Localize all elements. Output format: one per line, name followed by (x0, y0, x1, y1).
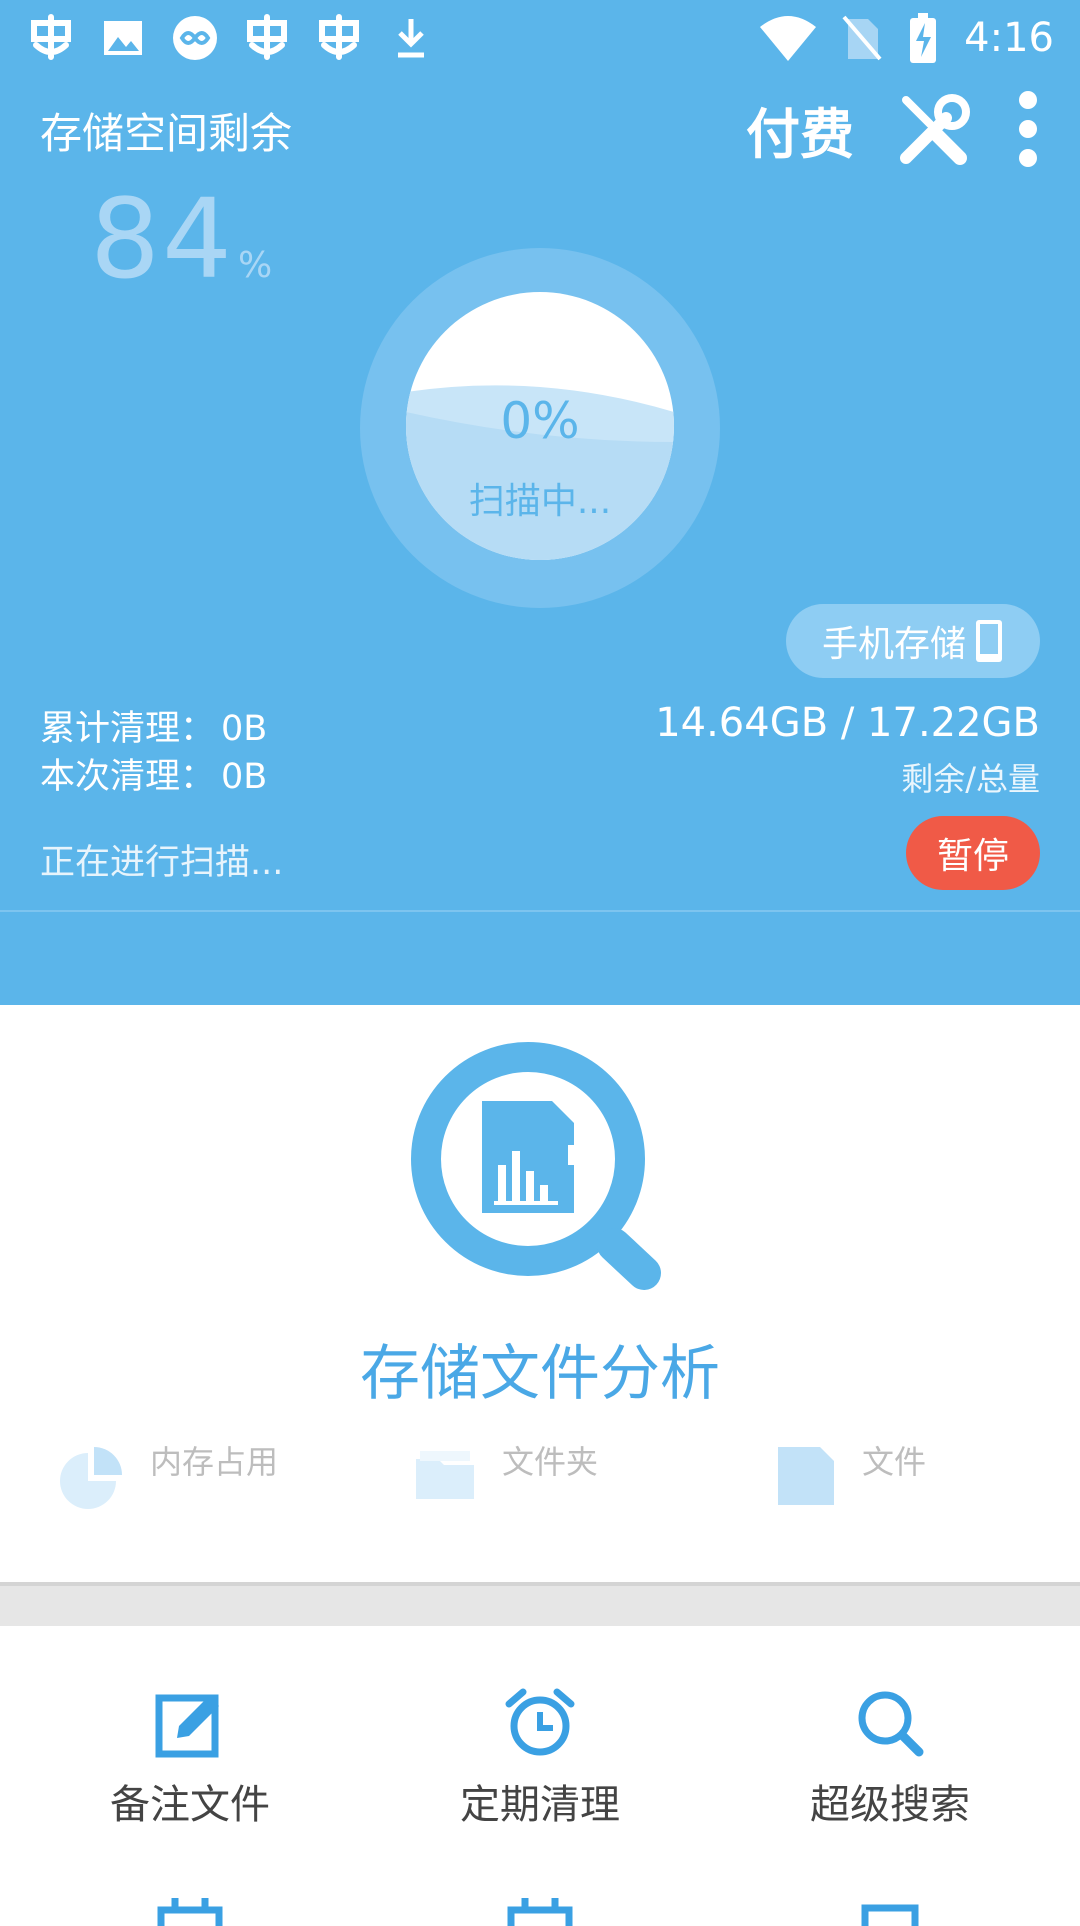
clock: 4:16 (964, 15, 1054, 61)
tool-row2-device[interactable] (710, 1896, 1070, 1926)
pause-button[interactable]: 暂停 (906, 816, 1040, 890)
tool-row2-calendar-a[interactable] (10, 1896, 370, 1926)
app-bug-icon (247, 14, 287, 60)
storage-file-analysis-card[interactable]: 存储文件分析 内存占用 文件夹 文件 (0, 1005, 1080, 1585)
status-bar: 4:16 (0, 0, 1080, 76)
header-divider (0, 910, 1080, 912)
tool-note-files-label: 备注文件 (110, 1782, 270, 1828)
search-icon (858, 1691, 924, 1757)
alarm-clock-icon (505, 1688, 575, 1756)
infinity-icon (173, 16, 217, 60)
system-icons: 4:16 (760, 10, 1054, 66)
pie-chart-icon (60, 1447, 122, 1509)
file-icon (778, 1447, 834, 1505)
analysis-title: 存储文件分析 (360, 1339, 720, 1409)
scan-progress-ball: 0% 扫描中... (406, 292, 674, 560)
more-options-icon[interactable] (1016, 90, 1040, 168)
cleaned-this-value: 0B (221, 757, 268, 797)
stat-folders-label: 文件夹 (502, 1443, 599, 1481)
tool-super-search-label: 超级搜索 (810, 1782, 970, 1828)
cleaned-this-label: 本次清理： (40, 757, 216, 797)
stat-memory-usage-label: 内存占用 (150, 1443, 279, 1481)
remaining-percent: 84% (90, 175, 272, 303)
remaining-percent-value: 84 (90, 175, 234, 303)
scanning-status: 正在进行扫描... (40, 843, 284, 883)
folder-icon (416, 1451, 474, 1499)
calendar-icon (157, 1898, 223, 1926)
no-sim-icon (842, 15, 882, 61)
stat-files-label: 文件 (862, 1443, 927, 1481)
stat-files[interactable]: 文件 (774, 1443, 926, 1507)
tools-icon[interactable] (896, 90, 974, 168)
stat-memory-usage[interactable]: 内存占用 (58, 1443, 278, 1511)
notification-icons (26, 10, 436, 66)
phone-storage-label: 手机存储 (821, 624, 966, 665)
section-separator (0, 1582, 1080, 1630)
top-actions: 付费 (746, 90, 1040, 168)
app-bug-icon (31, 14, 71, 60)
cleaned-total-label: 累计清理： (40, 709, 216, 749)
stat-folders[interactable]: 文件夹 (414, 1443, 598, 1501)
phone-storage-button[interactable]: 手机存储 (786, 604, 1040, 678)
tool-row2-calendar-b[interactable] (360, 1896, 720, 1926)
download-icon (398, 19, 424, 58)
scan-progress-status: 扫描中... (468, 481, 612, 522)
cleaned-total: 累计清理： 0B (40, 700, 267, 751)
image-icon (104, 21, 142, 55)
calendar-icon (507, 1898, 573, 1926)
storage-analysis-icon (404, 1035, 674, 1309)
battery-charging-icon (910, 13, 937, 63)
wifi-icon (760, 16, 817, 61)
storage-size: 14.64GB / 17.22GB (655, 700, 1040, 746)
tool-scheduled-clean[interactable]: 定期清理 (360, 1688, 720, 1830)
scan-progress-percent: 0% (500, 392, 580, 450)
percent-sign: % (237, 245, 273, 286)
storage-remaining-label: 存储空间剩余 (40, 109, 293, 158)
cleaned-this-time: 本次清理： 0B (40, 748, 267, 799)
tools-grid: 备注文件 定期清理 超级搜索 (0, 1626, 1080, 1926)
edit-note-icon (155, 1694, 219, 1758)
storage-header: 4:16 存储空间剩余 84% 付费 0% 扫描中... 手机存储 累计清理： … (0, 0, 1080, 1005)
app-bug-icon (319, 14, 359, 60)
phone-icon (976, 620, 1002, 662)
tool-super-search[interactable]: 超级搜索 (710, 1688, 1070, 1830)
device-icon (861, 1904, 919, 1926)
storage-size-caption: 剩余/总量 (901, 760, 1040, 798)
pay-button[interactable]: 付费 (746, 90, 854, 169)
tool-note-files[interactable]: 备注文件 (10, 1688, 370, 1830)
tool-scheduled-clean-label: 定期清理 (460, 1782, 620, 1828)
cleaned-total-value: 0B (221, 709, 268, 749)
